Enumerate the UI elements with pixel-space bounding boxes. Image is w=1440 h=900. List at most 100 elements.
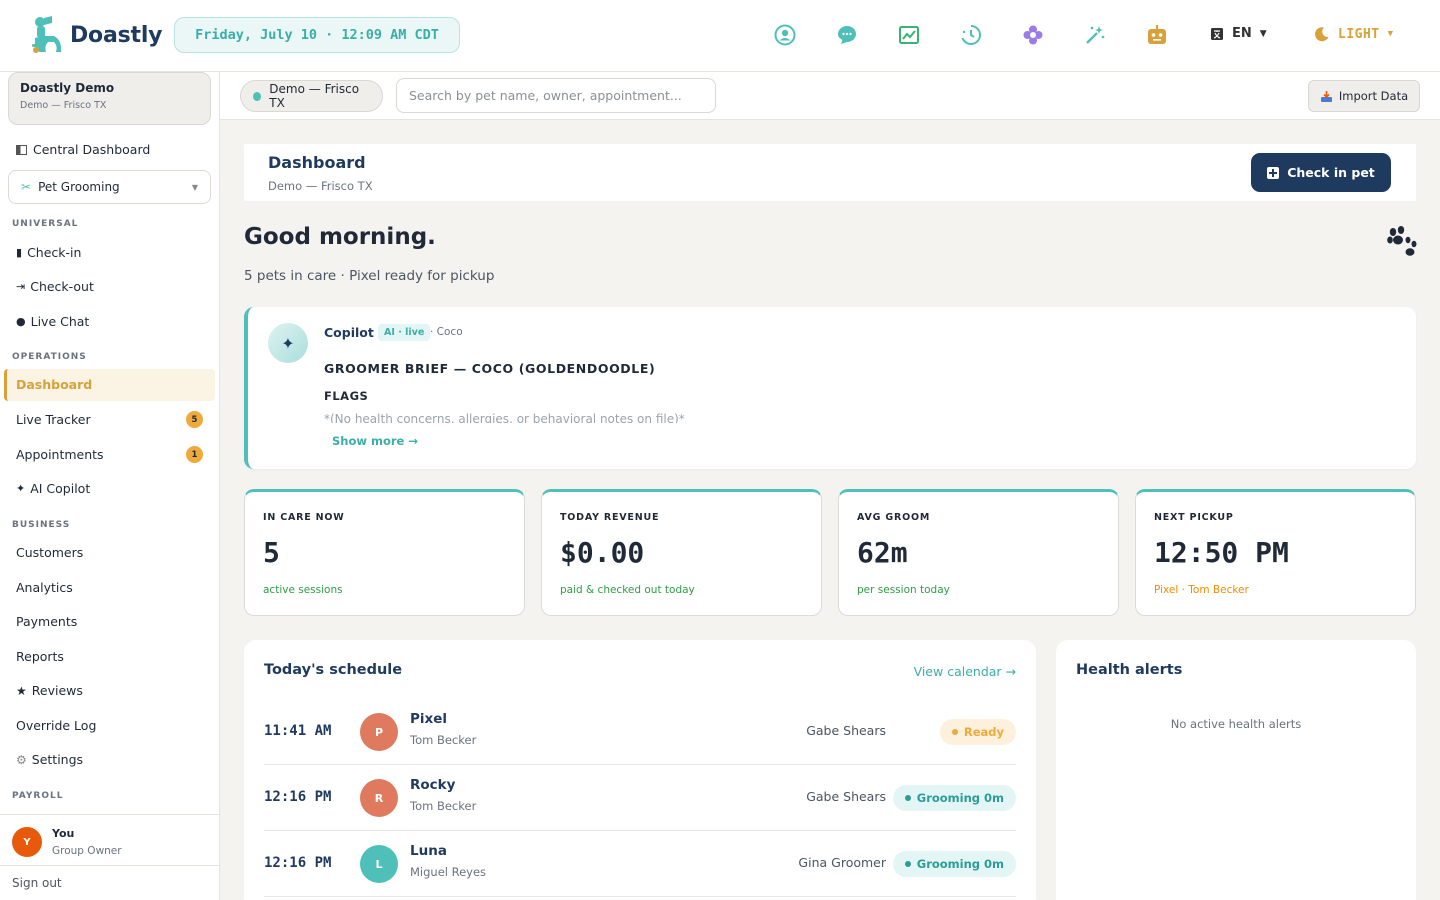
stat-label: TODAY REVENUE [560, 512, 660, 523]
org-switcher[interactable]: Doastly Demo Demo — Frisco TX [8, 72, 211, 125]
moon-icon [1315, 27, 1329, 42]
clipboard-icon: ▮ [16, 246, 23, 259]
theme-selector[interactable]: LIGHT ▼ [1314, 26, 1394, 42]
sparkle-icon: ✦ [268, 323, 308, 363]
health-alerts-title: Health alerts [1076, 662, 1183, 678]
location-selector[interactable]: Demo — Frisco TX [240, 80, 383, 112]
sidebar-item-settings[interactable]: ⚙ Settings [16, 752, 83, 767]
robot-icon[interactable] [1146, 24, 1168, 46]
sidebar-item-override-log[interactable]: Override Log [16, 718, 96, 733]
health-alerts-card: Health alerts No active health alerts [1056, 640, 1416, 900]
copilot-name: Copilot [324, 325, 374, 340]
stat-subtext: per session today [857, 584, 950, 596]
show-more-link[interactable]: Show more → [332, 434, 418, 448]
sidebar-item-analytics[interactable]: Analytics [16, 580, 73, 595]
chevron-down-icon: ▼ [1259, 28, 1267, 39]
exit-icon: ⇥ [16, 280, 26, 293]
sidebar-item-central-dashboard[interactable]: Central Dashboard [16, 142, 150, 157]
stat-value: 62m [857, 536, 908, 569]
status-badge: Grooming 0m [892, 785, 1016, 811]
brand-logo[interactable]: Doastly [30, 14, 163, 56]
chart-icon[interactable] [898, 24, 920, 46]
button-label: Check in pet [1287, 165, 1375, 180]
status-dot-icon [951, 729, 958, 735]
sidebar-item-check-out[interactable]: ⇥ Check-out [16, 279, 94, 294]
sidebar-item-label: Customers [16, 545, 84, 560]
magic-wand-icon[interactable] [1084, 24, 1106, 46]
groomer-name: Gabe Shears [806, 789, 886, 804]
count-badge: 1 [186, 446, 203, 463]
status-label: Grooming 0m [916, 791, 1004, 805]
table-row[interactable]: 12:16 PM L Luna Miguel Reyes Gina Groome… [264, 831, 1016, 897]
brief-title: GROOMER BRIEF — COCO (GOLDENDOODLE) [324, 361, 656, 376]
avatar: R [360, 779, 398, 817]
avatar: P [360, 713, 398, 751]
location-label: Demo — Frisco TX [269, 82, 360, 110]
sidebar-item-live-tracker[interactable]: Live Tracker [16, 412, 91, 427]
pet-name: Rocky [410, 777, 456, 793]
chat-bubble-icon[interactable] [836, 24, 858, 46]
sidebar-item-ai-copilot[interactable]: ✦ AI Copilot [16, 481, 90, 496]
org-name: Doastly Demo [20, 81, 115, 95]
stat-card-avg-groom: AVG GROOM 62m per session today [838, 489, 1119, 616]
sidebar-item-label: Settings [31, 752, 84, 767]
status-dot-icon [904, 795, 911, 801]
table-row[interactable]: 12:16 PM R Rocky Tom Becker Gabe Shears … [264, 765, 1016, 831]
user-circle-icon[interactable] [774, 24, 796, 46]
chat-icon: ● [16, 315, 26, 328]
flower-icon[interactable] [1022, 24, 1044, 46]
sidebar-item-live-chat[interactable]: ● Live Chat [16, 314, 89, 329]
check-in-pet-button[interactable]: Check in pet [1251, 153, 1391, 192]
table-row[interactable]: 11:41 AM P Pixel Tom Becker Gabe Shears … [264, 699, 1016, 765]
section-label-operations: OPERATIONS [12, 352, 87, 362]
clock-history-icon[interactable] [960, 24, 982, 46]
user-card[interactable]: Y You Group Owner [0, 814, 219, 866]
vertical-select[interactable]: ✂ Pet Grooming ▼ [8, 170, 211, 204]
stat-label: NEXT PICKUP [1154, 512, 1234, 523]
status-label: Grooming 0m [916, 857, 1004, 871]
greeting-subtitle: 5 pets in care · Pixel ready for pickup [244, 268, 495, 284]
groomer-name: Gina Groomer [798, 855, 886, 870]
org-location: Demo — Frisco TX [20, 100, 107, 111]
sidebar-item-label: Live Chat [30, 314, 90, 329]
status-dot-icon [253, 91, 262, 101]
import-data-button[interactable]: Import Data [1308, 80, 1420, 112]
sub-header: Demo — Frisco TX Import Data [220, 72, 1440, 120]
copilot-pet: · Coco [430, 326, 463, 338]
stat-subtext: Pixel · Tom Becker [1154, 584, 1249, 596]
language-selector[interactable]: EN ▼ [1210, 26, 1267, 41]
status-badge: Grooming 0m [892, 851, 1016, 877]
plus-icon [1267, 166, 1280, 179]
stat-value: 12:50 PM [1154, 536, 1289, 569]
stat-subtext: active sessions [263, 584, 343, 596]
sign-out-link[interactable]: Sign out [0, 865, 219, 900]
schedule-card: Today's schedule View calendar → 11:41 A… [244, 640, 1036, 900]
owner-name: Miguel Reyes [410, 865, 487, 879]
sidebar-item-label: Check-in [27, 245, 82, 260]
page-header: Dashboard Demo — Frisco TX Check in pet [244, 144, 1416, 201]
stat-value: 5 [263, 536, 280, 569]
search-input[interactable] [396, 78, 716, 113]
sidebar-item-customers[interactable]: Customers [16, 545, 83, 560]
dashboard-icon [16, 144, 27, 155]
section-label-business: BUSINESS [12, 520, 71, 530]
view-calendar-link[interactable]: View calendar → [914, 664, 1016, 679]
owner-name: Tom Becker [410, 799, 477, 813]
sidebar-item-check-in[interactable]: ▮ Check-in [16, 245, 81, 260]
avatar: L [360, 845, 398, 883]
sidebar-item-reports[interactable]: Reports [16, 649, 64, 664]
sidebar-item-label: Check-out [30, 279, 94, 294]
sidebar-item-label: Analytics [16, 580, 73, 595]
appointment-time: 11:41 AM [264, 723, 332, 739]
appointment-time: 12:16 PM [264, 789, 332, 805]
sidebar-item-appointments[interactable]: Appointments [16, 447, 104, 462]
sidebar-item-label: Live Tracker [16, 412, 91, 427]
stat-subtext: paid & checked out today [560, 584, 695, 596]
scissors-icon: ✂ [21, 180, 32, 194]
chevron-down-icon: ▼ [1387, 29, 1394, 39]
sidebar-item-reviews[interactable]: ★ Reviews [16, 683, 83, 698]
sidebar-item-label: Dashboard [16, 377, 93, 392]
sidebar-item-payments[interactable]: Payments [16, 614, 77, 629]
stat-card-next-pickup: NEXT PICKUP 12:50 PM Pixel · Tom Becker [1135, 489, 1416, 616]
status-dot-icon [904, 861, 911, 867]
